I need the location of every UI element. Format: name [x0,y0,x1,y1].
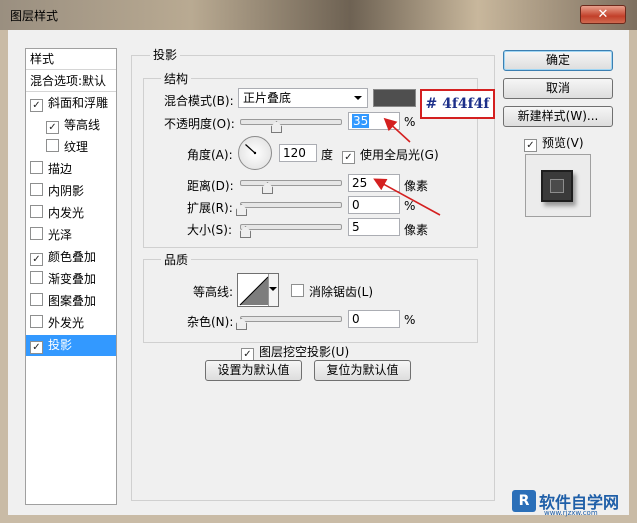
anti-alias-option[interactable]: 消除锯齿(L) [291,283,373,300]
noise-slider-track[interactable] [240,316,342,322]
style-item-checkbox[interactable]: ✓ [30,341,43,354]
size-label: 大小(S): [187,223,233,237]
structure-title: 结构 [161,70,192,87]
style-item[interactable]: ✓ 斜面和浮雕 [26,93,116,114]
blend-mode-value: 正片叠底 [243,91,292,105]
window-title: 图层样式 [10,9,59,23]
style-item-checkbox[interactable] [30,293,43,306]
preview-swatch [541,170,573,202]
quality-group [143,259,478,343]
chevron-down-icon [269,287,277,291]
angle-unit: 度 [321,148,334,162]
style-item-checkbox[interactable]: ✓ [30,253,43,266]
distance-slider-track[interactable] [240,180,342,186]
style-item-label: 等高线 [64,118,101,132]
style-item[interactable]: 描边 [26,159,116,180]
style-item-checkbox[interactable] [46,139,59,152]
make-default-button[interactable]: 设置为默认值 [205,360,302,381]
opacity-label: 不透明度(O): [164,117,235,131]
preview-option[interactable]: ✓ 预览(V) [524,134,584,152]
watermark-logo-icon: R [512,490,536,512]
style-item-label: 颜色叠加 [48,250,97,264]
angle-dial[interactable] [238,136,272,170]
spread-label: 扩展(R): [187,201,233,215]
style-item-checkbox[interactable]: ✓ [46,121,59,134]
noise-label: 杂色(N): [187,315,234,329]
style-item-label: 外发光 [48,316,85,330]
drop-shadow-title: 投影 [150,46,181,63]
arrow-to-distance [373,178,441,216]
style-item-label: 投影 [48,338,73,352]
reset-default-button[interactable]: 复位为默认值 [314,360,411,381]
style-item-label: 纹理 [64,140,89,154]
ok-button[interactable]: 确定 [503,50,613,71]
contour-label: 等高线: [193,285,234,299]
style-item-checkbox[interactable] [30,271,43,284]
arrow-to-opacity [383,117,411,143]
style-list: 样式 混合选项:默认 ✓ 斜面和浮雕 ✓ 等高线纹理描边内阴影内发光光泽 ✓ 颜色叠加渐变… [25,48,117,505]
style-item[interactable]: 光泽 [26,225,116,246]
preview-inner-square [550,179,564,193]
contour-curve-icon [239,276,269,306]
annotation-arrows [373,117,441,216]
style-item[interactable]: 图案叠加 [26,291,116,312]
blend-mode-select[interactable]: 正片叠底 [238,88,368,108]
style-item[interactable]: 渐变叠加 [26,269,116,290]
opacity-value: 35 [352,114,370,128]
blend-mode-label: 混合模式(B): [164,94,234,108]
style-item-checkbox[interactable] [30,161,43,174]
quality-title: 品质 [161,251,192,268]
style-item-checkbox[interactable] [30,183,43,196]
anti-alias-label: 消除锯齿(L) [309,285,374,299]
blend-options-item[interactable]: 混合选项:默认 [26,71,116,92]
angle-needle-icon [245,144,257,155]
contour-picker[interactable] [237,273,279,307]
noise-input[interactable]: 0 [348,310,400,328]
window-frame-left [0,30,8,523]
style-item-label: 光泽 [48,228,73,242]
style-item-label: 图案叠加 [48,294,97,308]
style-item-checkbox[interactable] [30,315,43,328]
title-bar[interactable] [0,0,637,30]
style-item-label: 渐变叠加 [48,272,97,286]
style-item-label: 内阴影 [48,184,85,198]
spread-slider-track[interactable] [240,202,342,208]
style-item[interactable]: 外发光 [26,313,116,334]
knockout-option[interactable]: ✓ 图层挖空投影(U) [241,343,349,361]
size-slider-track[interactable] [240,224,342,230]
watermark-url: www.rjzxw.com [544,509,598,517]
close-button[interactable]: ✕ [580,5,626,24]
style-item-label: 内发光 [48,206,85,220]
style-item-checkbox[interactable] [30,227,43,240]
angle-label: 角度(A): [187,148,233,162]
global-light-checkbox[interactable]: ✓ [342,151,355,164]
site-watermark: R 软件自学网 www.rjzxw.com [512,489,632,519]
style-item-label: 描边 [48,162,73,176]
style-item[interactable]: ✓ 颜色叠加 [26,247,116,268]
style-item[interactable]: 内阴影 [26,181,116,202]
style-list-header[interactable]: 样式 [26,49,116,70]
style-item[interactable]: 内发光 [26,203,116,224]
angle-input[interactable]: 120 [279,144,317,162]
cancel-button[interactable]: 取消 [503,78,613,99]
preview-checkbox[interactable]: ✓ [524,139,537,152]
knockout-label: 图层挖空投影(U) [259,345,350,359]
window-frame-right [629,30,637,523]
style-preview [525,154,591,217]
chevron-down-icon [354,96,362,100]
preview-label: 预览(V) [542,136,584,150]
opacity-slider-track[interactable] [240,119,342,125]
style-item-label: 斜面和浮雕 [48,96,109,110]
style-item-checkbox[interactable]: ✓ [30,99,43,112]
style-item[interactable]: ✓ 等高线 [26,115,116,136]
distance-label: 距离(D): [187,179,234,193]
anti-alias-checkbox[interactable] [291,284,304,297]
new-style-button[interactable]: 新建样式(W)... [503,106,613,127]
style-item[interactable]: ✓ 投影 [26,335,116,356]
style-item-checkbox[interactable] [30,205,43,218]
style-item[interactable]: 纹理 [26,137,116,158]
noise-unit: % [404,313,416,327]
contour-dropdown[interactable] [268,274,278,306]
